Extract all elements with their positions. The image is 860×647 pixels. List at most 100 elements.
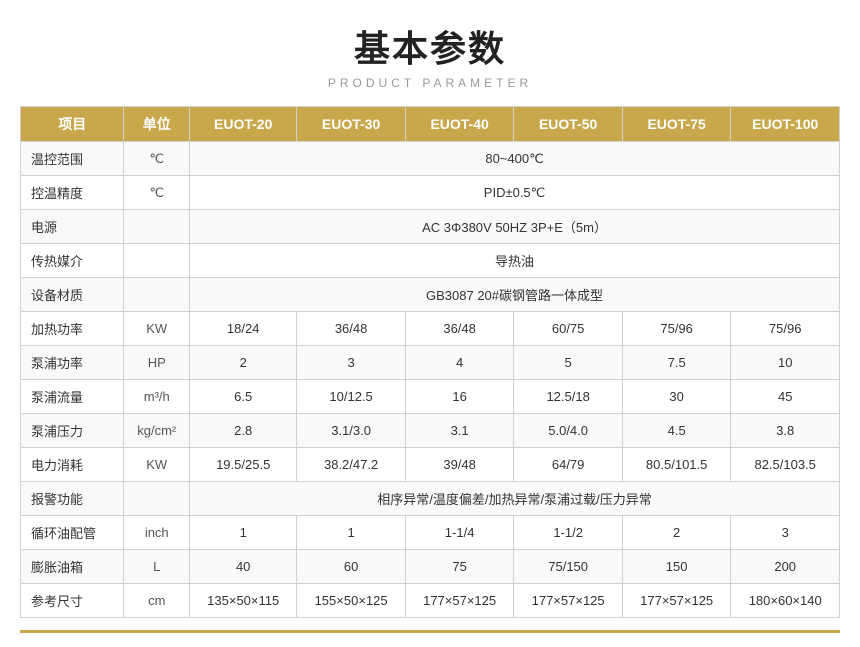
row-span-value-4: GB3087 20#碳钢管路一体成型 — [190, 278, 840, 312]
cell-6-4: 7.5 — [622, 346, 731, 380]
table-row: 泵浦压力kg/cm²2.83.1/3.03.15.0/4.04.53.8 — [21, 414, 840, 448]
row-unit-1: ℃ — [124, 176, 190, 210]
row-unit-4 — [124, 278, 190, 312]
cell-11-4: 2 — [622, 516, 731, 550]
cell-6-2: 4 — [405, 346, 514, 380]
cell-7-0: 6.5 — [190, 380, 297, 414]
cell-5-3: 60/75 — [514, 312, 623, 346]
cell-11-1: 1 — [297, 516, 406, 550]
cell-8-2: 3.1 — [405, 414, 514, 448]
row-unit-10 — [124, 482, 190, 516]
cell-8-0: 2.8 — [190, 414, 297, 448]
column-header-0: 项目 — [21, 107, 124, 142]
cell-6-1: 3 — [297, 346, 406, 380]
cell-9-0: 19.5/25.5 — [190, 448, 297, 482]
table-row: 控温精度℃PID±0.5℃ — [21, 176, 840, 210]
table-row: 加热功率KW18/2436/4836/4860/7575/9675/96 — [21, 312, 840, 346]
page-title: 基本参数 — [354, 20, 506, 72]
cell-9-1: 38.2/47.2 — [297, 448, 406, 482]
column-header-6: EUOT-75 — [622, 107, 731, 142]
row-unit-7: m³/h — [124, 380, 190, 414]
row-label-1: 控温精度 — [21, 176, 124, 210]
row-span-value-1: PID±0.5℃ — [190, 176, 840, 210]
cell-8-1: 3.1/3.0 — [297, 414, 406, 448]
cell-12-3: 75/150 — [514, 550, 623, 584]
table-row: 泵浦功率HP23457.510 — [21, 346, 840, 380]
row-unit-9: KW — [124, 448, 190, 482]
cell-12-1: 60 — [297, 550, 406, 584]
column-header-1: 单位 — [124, 107, 190, 142]
row-label-7: 泵浦流量 — [21, 380, 124, 414]
row-unit-2 — [124, 210, 190, 244]
page-subtitle: PRODUCT PARAMETER — [328, 76, 532, 90]
row-label-5: 加热功率 — [21, 312, 124, 346]
table-row: 泵浦流量m³/h6.510/12.51612.5/183045 — [21, 380, 840, 414]
cell-13-1: 155×50×125 — [297, 584, 406, 618]
table-row: 电力消耗KW19.5/25.538.2/47.239/4864/7980.5/1… — [21, 448, 840, 482]
cell-8-5: 3.8 — [731, 414, 840, 448]
table-row: 传热媒介 导热油 — [21, 244, 840, 278]
cell-5-4: 75/96 — [622, 312, 731, 346]
table-row: 循环油配管inch111-1/41-1/223 — [21, 516, 840, 550]
cell-7-3: 12.5/18 — [514, 380, 623, 414]
table-row: 温控范围℃80~400℃ — [21, 142, 840, 176]
cell-7-4: 30 — [622, 380, 731, 414]
row-label-6: 泵浦功率 — [21, 346, 124, 380]
cell-13-5: 180×60×140 — [731, 584, 840, 618]
cell-7-1: 10/12.5 — [297, 380, 406, 414]
cell-9-3: 64/79 — [514, 448, 623, 482]
row-label-8: 泵浦压力 — [21, 414, 124, 448]
row-unit-12: L — [124, 550, 190, 584]
cell-9-2: 39/48 — [405, 448, 514, 482]
cell-13-4: 177×57×125 — [622, 584, 731, 618]
cell-11-5: 3 — [731, 516, 840, 550]
column-header-7: EUOT-100 — [731, 107, 840, 142]
table-row: 参考尺寸cm135×50×115155×50×125177×57×125177×… — [21, 584, 840, 618]
row-span-value-2: AC 3Φ380V 50HZ 3P+E（5m） — [190, 210, 840, 244]
cell-6-0: 2 — [190, 346, 297, 380]
row-unit-8: kg/cm² — [124, 414, 190, 448]
column-header-4: EUOT-40 — [405, 107, 514, 142]
row-label-4: 设备材质 — [21, 278, 124, 312]
column-header-2: EUOT-20 — [190, 107, 297, 142]
row-label-13: 参考尺寸 — [21, 584, 124, 618]
cell-12-4: 150 — [622, 550, 731, 584]
cell-11-3: 1-1/2 — [514, 516, 623, 550]
cell-6-5: 10 — [731, 346, 840, 380]
row-unit-0: ℃ — [124, 142, 190, 176]
cell-5-1: 36/48 — [297, 312, 406, 346]
row-unit-3 — [124, 244, 190, 278]
row-label-10: 报警功能 — [21, 482, 124, 516]
cell-5-2: 36/48 — [405, 312, 514, 346]
table-row: 膨胀油箱L40607575/150150200 — [21, 550, 840, 584]
row-label-3: 传热媒介 — [21, 244, 124, 278]
row-span-value-3: 导热油 — [190, 244, 840, 278]
cell-13-0: 135×50×115 — [190, 584, 297, 618]
row-label-2: 电源 — [21, 210, 124, 244]
cell-11-2: 1-1/4 — [405, 516, 514, 550]
row-label-12: 膨胀油箱 — [21, 550, 124, 584]
table-row: 电源 AC 3Φ380V 50HZ 3P+E（5m） — [21, 210, 840, 244]
cell-12-0: 40 — [190, 550, 297, 584]
cell-12-2: 75 — [405, 550, 514, 584]
parameter-table: 项目单位EUOT-20EUOT-30EUOT-40EUOT-50EUOT-75E… — [20, 106, 840, 618]
row-unit-11: inch — [124, 516, 190, 550]
row-span-value-0: 80~400℃ — [190, 142, 840, 176]
row-span-value-10: 相序异常/温度偏差/加热异常/泵浦过载/压力异常 — [190, 482, 840, 516]
cell-13-2: 177×57×125 — [405, 584, 514, 618]
row-label-11: 循环油配管 — [21, 516, 124, 550]
row-unit-13: cm — [124, 584, 190, 618]
cell-5-0: 18/24 — [190, 312, 297, 346]
table-row: 报警功能 相序异常/温度偏差/加热异常/泵浦过载/压力异常 — [21, 482, 840, 516]
cell-7-5: 45 — [731, 380, 840, 414]
row-unit-6: HP — [124, 346, 190, 380]
cell-9-5: 82.5/103.5 — [731, 448, 840, 482]
cell-12-5: 200 — [731, 550, 840, 584]
cell-8-3: 5.0/4.0 — [514, 414, 623, 448]
cell-9-4: 80.5/101.5 — [622, 448, 731, 482]
cell-13-3: 177×57×125 — [514, 584, 623, 618]
row-unit-5: KW — [124, 312, 190, 346]
bottom-line — [20, 630, 840, 633]
column-header-5: EUOT-50 — [514, 107, 623, 142]
cell-6-3: 5 — [514, 346, 623, 380]
